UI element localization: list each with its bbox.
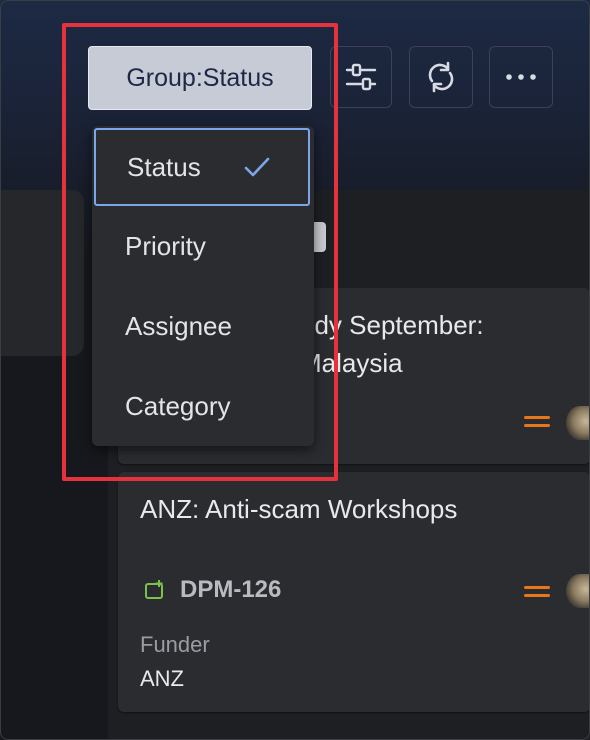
group-by-button[interactable]: Group:Status — [88, 46, 312, 110]
filter-button[interactable] — [330, 46, 392, 108]
menu-item-label: Category — [125, 390, 231, 421]
menu-item-category[interactable]: Category — [92, 366, 314, 446]
menu-item-label: Status — [127, 151, 201, 182]
issue-key-row: DPM-126 — [144, 576, 281, 604]
refresh-icon — [428, 61, 454, 93]
menu-item-label: Assignee — [125, 310, 232, 341]
group-by-menu: Status Priority Assignee Category — [92, 126, 314, 446]
sidebar-panel — [0, 190, 84, 356]
more-button[interactable] — [489, 46, 553, 108]
refresh-button[interactable] — [409, 46, 473, 108]
epic-icon — [145, 580, 163, 599]
card-title: ANZ: Anti-scam Workshops — [140, 494, 458, 524]
issue-card[interactable]: ANZ: Anti-scam Workshops DPM-126 Funder … — [118, 472, 590, 712]
menu-item-label: Priority — [125, 230, 206, 261]
priority-medium-icon — [524, 414, 550, 430]
menu-item-priority[interactable]: Priority — [92, 206, 314, 286]
issue-key[interactable]: DPM-126 — [180, 576, 281, 604]
avatar[interactable] — [566, 406, 590, 440]
more-horizontal-icon — [506, 74, 536, 80]
menu-item-assignee[interactable]: Assignee — [92, 286, 314, 366]
card-title: udy September: Malaysia — [300, 310, 484, 378]
menu-item-status[interactable]: Status — [94, 128, 310, 206]
avatar[interactable] — [566, 574, 590, 608]
priority-medium-icon — [524, 584, 550, 600]
field-value: ANZ — [140, 666, 184, 691]
sliders-icon — [345, 63, 377, 91]
field-label: Funder — [140, 632, 210, 657]
check-icon — [244, 157, 270, 177]
